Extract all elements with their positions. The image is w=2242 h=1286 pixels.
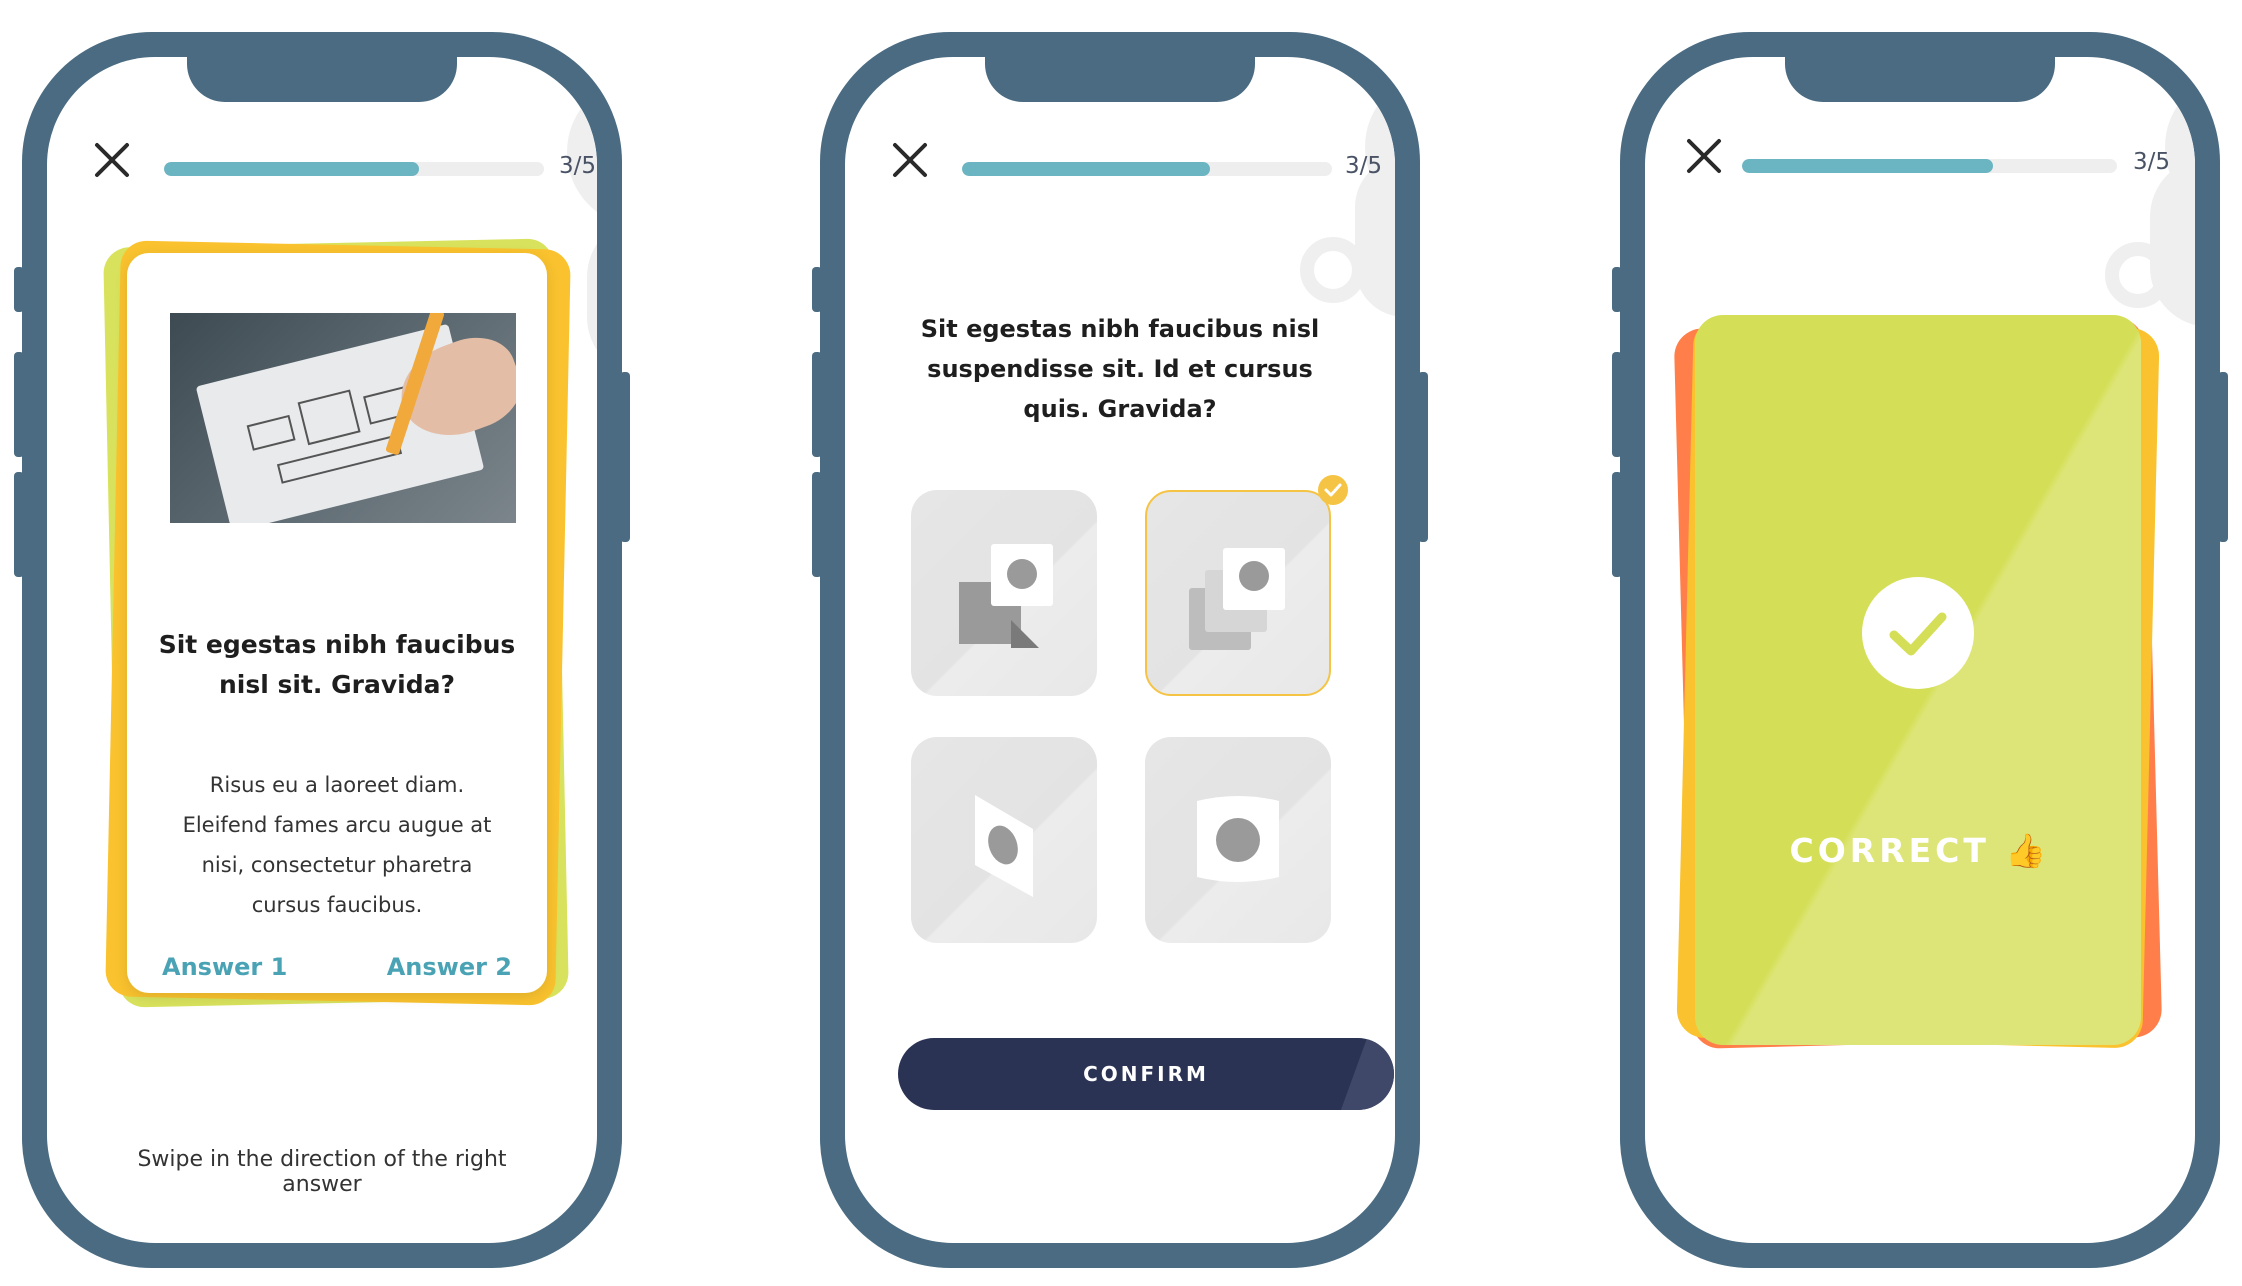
side-button [812,472,822,577]
progress-counter: 3/5 [1345,153,1383,179]
side-button [14,267,24,312]
button-shine [1340,1038,1394,1110]
side-button [2218,372,2228,542]
question-card[interactable]: Sit egestas nibh faucibus nisl sit. Grav… [127,253,547,993]
check-circle-icon [1862,577,1974,689]
progress-fill [164,162,419,176]
progress-fill [962,162,1210,176]
background-shape [587,217,597,377]
side-button [1612,472,1622,577]
progress-fill [1742,159,1994,173]
card-title: Sit egestas nibh faucibus nisl sit. Grav… [158,630,516,699]
background-ring [1300,237,1366,303]
result-text: CORRECT 👍 [1695,831,2141,871]
side-button [1612,267,1622,312]
sketch-photo [170,313,516,523]
card-body: Risus eu a laoreet diam. Eleifend fames … [182,773,492,917]
background-ring [2105,242,2171,308]
notch [985,57,1255,102]
option-1[interactable] [911,490,1097,696]
answer-2-label[interactable]: Answer 2 [387,953,512,981]
progress-bar [962,162,1332,176]
tilted-image-icon [975,795,1033,897]
progress-bar [164,162,544,176]
side-button [14,352,24,457]
image-stack-double-icon [1189,548,1285,650]
side-button [812,352,822,457]
side-button [812,267,822,312]
confirm-button[interactable]: CONFIRM [898,1038,1394,1110]
close-icon[interactable] [1683,135,1725,177]
correct-card: CORRECT 👍 [1695,315,2141,1045]
notch [187,57,457,102]
screen: 3/5 Sit egestas nibh faucibus nisl suspe… [845,57,1395,1243]
selected-check-icon [1318,475,1348,505]
screen: 3/5 Sit egestas nibh faucibus nisl sit. … [47,57,597,1243]
notch [1785,57,2055,102]
background-shape [1355,157,1395,317]
option-2-selected[interactable] [1145,490,1331,696]
phone-swipe-question: 3/5 Sit egestas nibh faucibus nisl sit. … [14,32,630,1268]
close-icon[interactable] [91,139,133,181]
option-4[interactable] [1145,737,1331,943]
confirm-label: CONFIRM [1083,1062,1209,1086]
side-button [1612,352,1622,457]
curved-image-icon [1197,796,1279,882]
thumbs-up-icon: 👍 [2005,831,2047,870]
progress-counter: 3/5 [559,153,597,179]
progress-counter: 3/5 [2133,149,2171,175]
phone-result: 3/5 CORRECT 👍 [1612,32,2228,1268]
screen: 3/5 CORRECT 👍 [1645,57,2195,1243]
close-icon[interactable] [889,139,931,181]
swipe-hint: Swipe in the direction of the right answ… [137,1147,507,1197]
correct-label: CORRECT [1789,831,1990,870]
side-button [1418,372,1428,542]
option-3[interactable] [911,737,1097,943]
image-stack-icon [959,544,1053,648]
progress-bar [1742,159,2117,173]
side-button [620,372,630,542]
background-shape [567,77,597,227]
answer-1-label[interactable]: Answer 1 [162,953,287,981]
question-text: Sit egestas nibh faucibus nisl suspendis… [920,315,1320,423]
phone-image-choice: 3/5 Sit egestas nibh faucibus nisl suspe… [812,32,1428,1268]
side-button [14,472,24,577]
